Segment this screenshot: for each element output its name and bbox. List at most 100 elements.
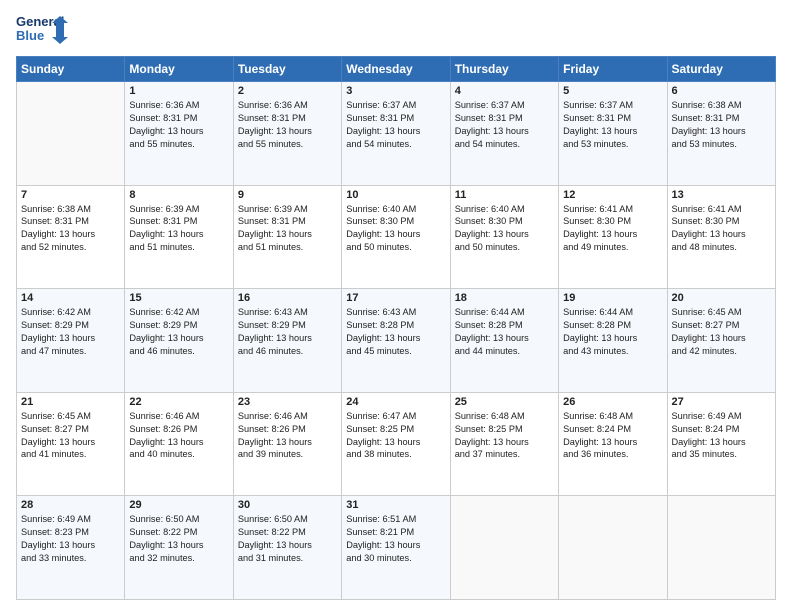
day-number: 7 [21,189,120,201]
day-number: 8 [129,189,228,201]
calendar-cell: 18 Sunrise: 6:44 AM Sunset: 8:28 PM Dayli… [450,289,558,393]
calendar-cell: 12 Sunrise: 6:41 AM Sunset: 8:30 PM Dayli… [559,185,667,289]
day-number: 21 [21,396,120,408]
cell-content: Sunrise: 6:38 AM Sunset: 8:31 PM Dayligh… [21,203,120,255]
cell-content: Sunrise: 6:37 AM Sunset: 8:31 PM Dayligh… [346,99,445,151]
day-number: 14 [21,292,120,304]
day-number: 10 [346,189,445,201]
calendar-cell: 9 Sunrise: 6:39 AM Sunset: 8:31 PM Daylig… [233,185,341,289]
cell-content: Sunrise: 6:46 AM Sunset: 8:26 PM Dayligh… [129,410,228,462]
cell-content: Sunrise: 6:43 AM Sunset: 8:28 PM Dayligh… [346,306,445,358]
day-number: 27 [672,396,771,408]
day-number: 13 [672,189,771,201]
day-number: 6 [672,85,771,97]
cell-content: Sunrise: 6:45 AM Sunset: 8:27 PM Dayligh… [21,410,120,462]
calendar-cell: 2 Sunrise: 6:36 AM Sunset: 8:31 PM Daylig… [233,82,341,186]
calendar-cell [450,496,558,600]
calendar-cell: 29 Sunrise: 6:50 AM Sunset: 8:22 PM Dayli… [125,496,233,600]
calendar-week-row: 28 Sunrise: 6:49 AM Sunset: 8:23 PM Dayli… [17,496,776,600]
cell-content: Sunrise: 6:41 AM Sunset: 8:30 PM Dayligh… [563,203,662,255]
calendar-cell: 15 Sunrise: 6:42 AM Sunset: 8:29 PM Dayli… [125,289,233,393]
day-number: 29 [129,499,228,511]
calendar-cell: 24 Sunrise: 6:47 AM Sunset: 8:25 PM Dayli… [342,392,450,496]
calendar-cell: 13Sunrise: 6:41 AM Sunset: 8:30 PM Dayli… [667,185,775,289]
cell-content: Sunrise: 6:42 AM Sunset: 8:29 PM Dayligh… [21,306,120,358]
day-number: 26 [563,396,662,408]
day-number: 5 [563,85,662,97]
cell-content: Sunrise: 6:48 AM Sunset: 8:25 PM Dayligh… [455,410,554,462]
cell-content: Sunrise: 6:50 AM Sunset: 8:22 PM Dayligh… [129,513,228,565]
calendar-cell: 8 Sunrise: 6:39 AM Sunset: 8:31 PM Daylig… [125,185,233,289]
calendar-week-row: 1Sunrise: 6:36 AM Sunset: 8:31 PM Daylig… [17,82,776,186]
calendar-table: SundayMondayTuesdayWednesdayThursdayFrid… [16,56,776,600]
calendar-cell: 25 Sunrise: 6:48 AM Sunset: 8:25 PM Dayli… [450,392,558,496]
calendar-cell [667,496,775,600]
day-number: 28 [21,499,120,511]
calendar-cell: 10Sunrise: 6:40 AM Sunset: 8:30 PM Dayli… [342,185,450,289]
day-number: 31 [346,499,445,511]
cell-content: Sunrise: 6:51 AM Sunset: 8:21 PM Dayligh… [346,513,445,565]
cell-content: Sunrise: 6:37 AM Sunset: 8:31 PM Dayligh… [563,99,662,151]
day-number: 9 [238,189,337,201]
cell-content: Sunrise: 6:49 AM Sunset: 8:23 PM Dayligh… [21,513,120,565]
weekday-header: Tuesday [233,57,341,82]
day-number: 30 [238,499,337,511]
cell-content: Sunrise: 6:45 AM Sunset: 8:27 PM Dayligh… [672,306,771,358]
weekday-row: SundayMondayTuesdayWednesdayThursdayFrid… [17,57,776,82]
day-number: 20 [672,292,771,304]
calendar-week-row: 21 Sunrise: 6:45 AM Sunset: 8:27 PM Dayli… [17,392,776,496]
cell-content: Sunrise: 6:44 AM Sunset: 8:28 PM Dayligh… [455,306,554,358]
calendar-cell: 31 Sunrise: 6:51 AM Sunset: 8:21 PM Dayli… [342,496,450,600]
cell-content: Sunrise: 6:47 AM Sunset: 8:25 PM Dayligh… [346,410,445,462]
header: GeneralBlue [16,12,776,48]
calendar-cell: 22Sunrise: 6:46 AM Sunset: 8:26 PM Dayli… [125,392,233,496]
calendar-cell [17,82,125,186]
day-number: 15 [129,292,228,304]
calendar-cell: 23Sunrise: 6:46 AM Sunset: 8:26 PM Dayli… [233,392,341,496]
calendar-cell: 14 Sunrise: 6:42 AM Sunset: 8:29 PM Dayli… [17,289,125,393]
calendar-cell: 26 Sunrise: 6:48 AM Sunset: 8:24 PM Dayli… [559,392,667,496]
calendar-header: SundayMondayTuesdayWednesdayThursdayFrid… [17,57,776,82]
day-number: 17 [346,292,445,304]
day-number: 24 [346,396,445,408]
calendar-cell: 6Sunrise: 6:38 AM Sunset: 8:31 PM Daylig… [667,82,775,186]
calendar-week-row: 7 Sunrise: 6:38 AM Sunset: 8:31 PM Daylig… [17,185,776,289]
calendar-body: 1Sunrise: 6:36 AM Sunset: 8:31 PM Daylig… [17,82,776,600]
cell-content: Sunrise: 6:49 AM Sunset: 8:24 PM Dayligh… [672,410,771,462]
cell-content: Sunrise: 6:39 AM Sunset: 8:31 PM Dayligh… [238,203,337,255]
day-number: 25 [455,396,554,408]
cell-content: Sunrise: 6:39 AM Sunset: 8:31 PM Dayligh… [129,203,228,255]
cell-content: Sunrise: 6:42 AM Sunset: 8:29 PM Dayligh… [129,306,228,358]
calendar-cell: 7 Sunrise: 6:38 AM Sunset: 8:31 PM Daylig… [17,185,125,289]
calendar-cell: 28 Sunrise: 6:49 AM Sunset: 8:23 PM Dayli… [17,496,125,600]
calendar-cell: 3 Sunrise: 6:37 AM Sunset: 8:31 PM Daylig… [342,82,450,186]
calendar-cell: 19 Sunrise: 6:44 AM Sunset: 8:28 PM Dayli… [559,289,667,393]
logo: GeneralBlue [16,12,68,48]
cell-content: Sunrise: 6:50 AM Sunset: 8:22 PM Dayligh… [238,513,337,565]
calendar-cell: 4Sunrise: 6:37 AM Sunset: 8:31 PM Daylig… [450,82,558,186]
calendar-cell: 30 Sunrise: 6:50 AM Sunset: 8:22 PM Dayli… [233,496,341,600]
day-number: 18 [455,292,554,304]
day-number: 19 [563,292,662,304]
weekday-header: Sunday [17,57,125,82]
day-number: 11 [455,189,554,201]
weekday-header: Monday [125,57,233,82]
weekday-header: Saturday [667,57,775,82]
cell-content: Sunrise: 6:44 AM Sunset: 8:28 PM Dayligh… [563,306,662,358]
calendar-cell: 27 Sunrise: 6:49 AM Sunset: 8:24 PM Dayli… [667,392,775,496]
calendar-cell: 1Sunrise: 6:36 AM Sunset: 8:31 PM Daylig… [125,82,233,186]
day-number: 2 [238,85,337,97]
calendar-cell: 20 Sunrise: 6:45 AM Sunset: 8:27 PM Dayli… [667,289,775,393]
day-number: 12 [563,189,662,201]
day-number: 16 [238,292,337,304]
calendar-cell: 17 Sunrise: 6:43 AM Sunset: 8:28 PM Dayli… [342,289,450,393]
calendar-cell: 16Sunrise: 6:43 AM Sunset: 8:29 PM Dayli… [233,289,341,393]
weekday-header: Wednesday [342,57,450,82]
calendar-cell: 21 Sunrise: 6:45 AM Sunset: 8:27 PM Dayli… [17,392,125,496]
cell-content: Sunrise: 6:36 AM Sunset: 8:31 PM Dayligh… [238,99,337,151]
svg-text:Blue: Blue [16,28,44,43]
day-number: 3 [346,85,445,97]
cell-content: Sunrise: 6:37 AM Sunset: 8:31 PM Dayligh… [455,99,554,151]
cell-content: Sunrise: 6:48 AM Sunset: 8:24 PM Dayligh… [563,410,662,462]
cell-content: Sunrise: 6:40 AM Sunset: 8:30 PM Dayligh… [455,203,554,255]
